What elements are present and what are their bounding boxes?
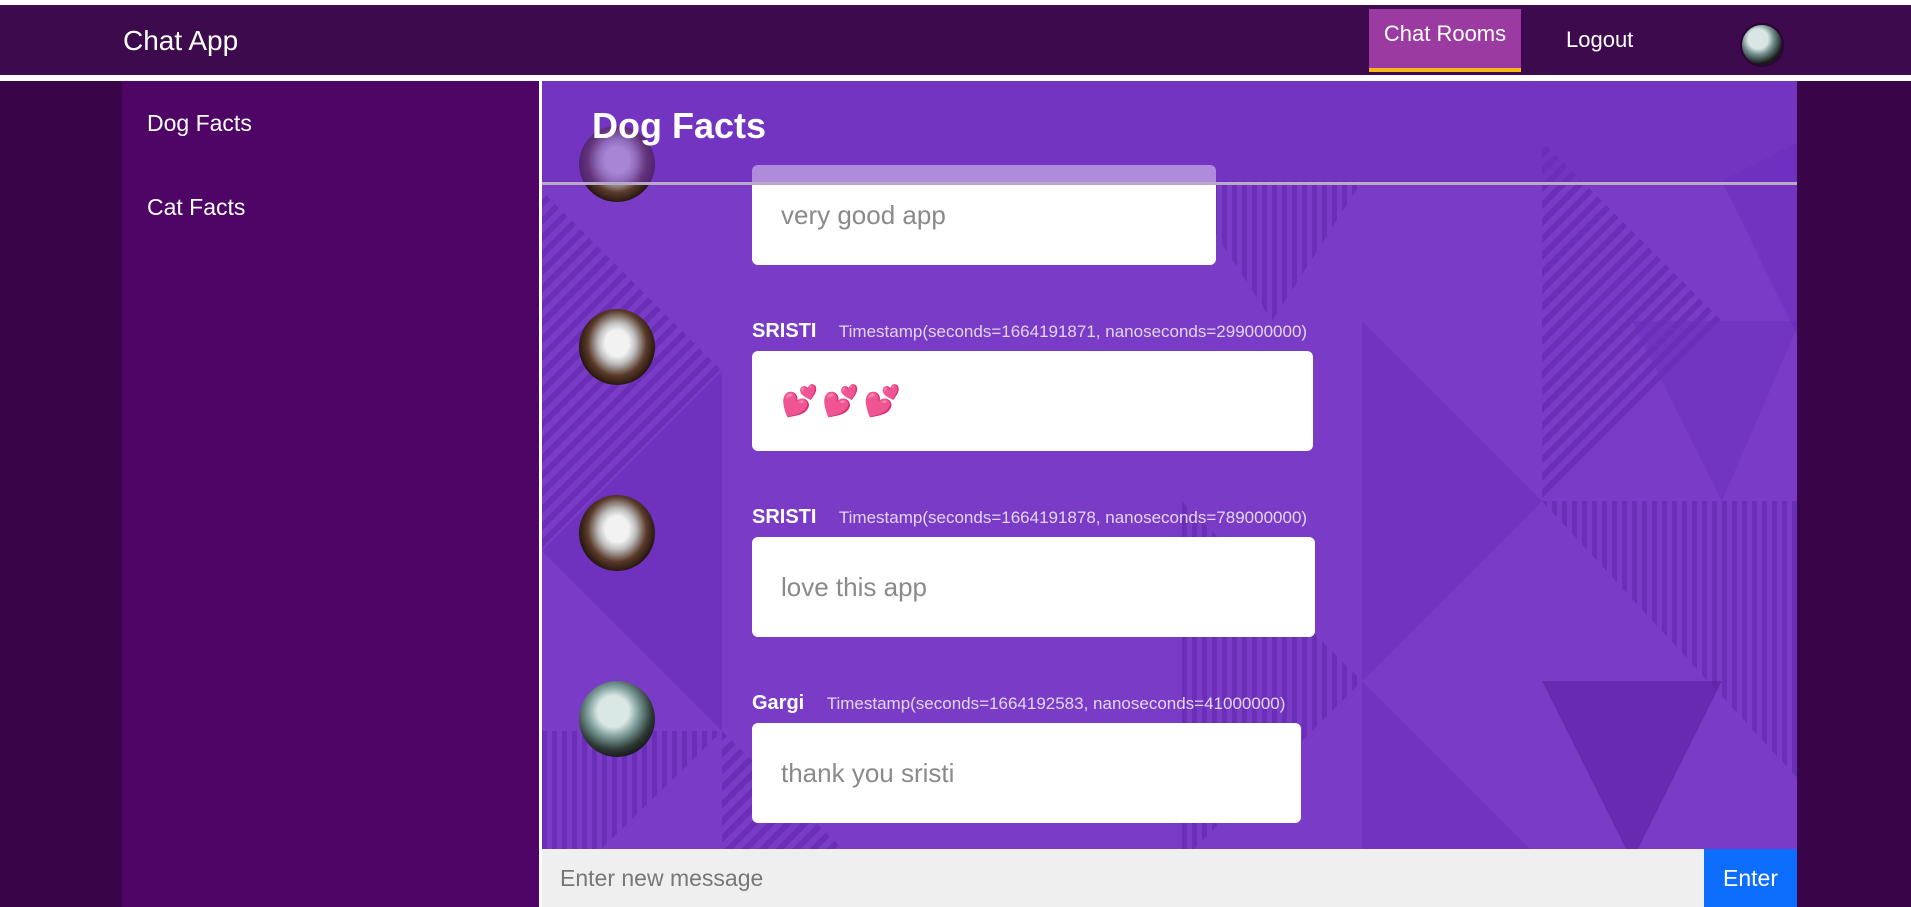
user-avatar [579,681,655,757]
message-bubble: thank you sristi [752,723,1301,823]
nav-logout-link[interactable]: Logout [1566,27,1633,53]
message-header: Gargi Timestamp(seconds=1664192583, nano… [752,692,1285,715]
message-bubble: love this app [752,537,1315,637]
chat-panel: Dog Facts very good app SRISTI Timestamp… [539,81,1797,907]
hearts-emoji: 💕💕💕 [781,384,906,418]
app-brand[interactable]: Chat App [123,25,238,57]
message-header: SRISTI Timestamp(seconds=1664191878, nan… [752,506,1307,529]
top-navbar: Chat App Chat Rooms Logout [0,5,1911,78]
sender-name: SRISTI [752,320,817,342]
message-list[interactable]: very good app SRISTI Timestamp(seconds=1… [542,81,1797,849]
message-timestamp: Timestamp(seconds=1664192583, nanosecond… [826,694,1286,713]
sender-name: SRISTI [752,506,817,528]
cat-avatar [579,495,655,571]
message-input[interactable] [542,849,1704,907]
message-timestamp: Timestamp(seconds=1664191878, nanosecond… [838,508,1308,527]
sidebar-item-cat-facts[interactable]: Cat Facts [147,194,245,221]
message-header: SRISTI Timestamp(seconds=1664191871, nan… [752,320,1307,343]
nav-chat-rooms-link[interactable]: Chat Rooms [1369,9,1521,72]
sidebar-item-dog-facts[interactable]: Dog Facts [147,110,252,137]
room-title: Dog Facts [592,105,767,146]
enter-button[interactable]: Enter [1704,849,1797,907]
chat-header: Dog Facts [542,81,1797,185]
page-body: Dog Facts Cat Facts Dog Facts very good … [0,81,1911,907]
message-composer: Enter [542,849,1797,907]
message-bubble: 💕💕💕 [752,351,1313,451]
sender-name: Gargi [752,692,805,714]
message-timestamp: Timestamp(seconds=1664191871, nanosecond… [838,322,1308,341]
profile-avatar[interactable] [1740,23,1784,67]
room-sidebar: Dog Facts Cat Facts [122,81,539,907]
cat-avatar [579,309,655,385]
